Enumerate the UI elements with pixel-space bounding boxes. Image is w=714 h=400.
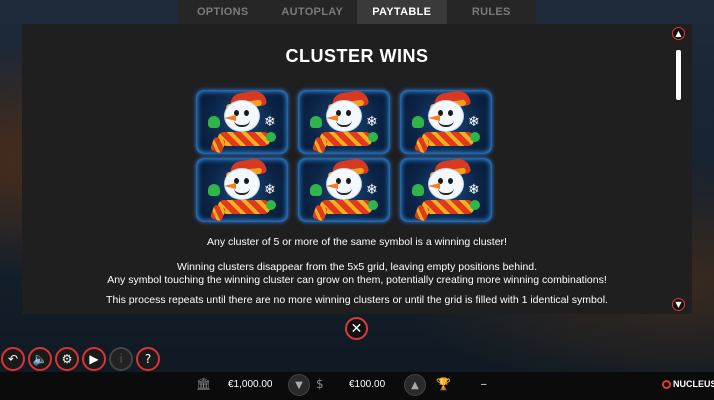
tab-options[interactable]: OPTIONS [178, 0, 268, 24]
bank-icon: 🏛 [196, 377, 212, 391]
rule-text-grow: Any symbol touching the winning cluster … [107, 274, 607, 286]
sound-button[interactable]: 🔈 [28, 347, 52, 371]
scroll-up-button[interactable]: ▲ [672, 27, 685, 40]
tab-bar: OPTIONS AUTOPLAY PAYTABLE RULES [178, 0, 536, 24]
scroll-down-button[interactable]: ▼ [672, 298, 685, 311]
play-icon: ▶ [89, 352, 99, 366]
win-value: – [481, 379, 487, 390]
chevron-down-icon: ▼ [295, 379, 303, 391]
back-arrow-icon: ↶ [7, 352, 19, 366]
panel-title: CLUSTER WINS [285, 46, 429, 66]
tab-autoplay[interactable]: AUTOPLAY [267, 0, 357, 24]
brand-logo-icon [662, 379, 671, 389]
brand-logo: NUCLEUS [662, 379, 714, 389]
chevron-up-icon: ▲ [675, 29, 682, 38]
snowman-symbol-icon: ❄ [298, 158, 390, 222]
snowman-symbol-icon: ❄ [400, 158, 492, 222]
brand-name: NUCLEUS [673, 379, 714, 389]
bet-value: €100.00 [349, 379, 386, 390]
back-button[interactable]: ↶ [1, 347, 25, 371]
symbol-grid: ❄ ❄ ❄ ❄ ❄ ❄ [196, 90, 492, 222]
question-icon: ? [144, 352, 152, 366]
info-icon: i [119, 352, 123, 366]
settings-button[interactable]: ⚙ [55, 347, 79, 371]
rule-text-disappear: Winning clusters disappear from the 5x5 … [176, 261, 538, 273]
snowman-symbol-icon: ❄ [196, 158, 288, 222]
rule-text-cluster: Any cluster of 5 or more of the same sym… [207, 236, 507, 248]
chevron-down-icon: ▼ [675, 300, 682, 309]
coins-icon: $ [316, 377, 324, 391]
tab-rules[interactable]: RULES [446, 0, 536, 24]
balance-value: €1,000.00 [228, 379, 273, 390]
snowman-symbol-icon: ❄ [400, 90, 492, 154]
snowman-symbol-icon: ❄ [196, 90, 288, 154]
paytable-panel: CLUSTER WINS ❄ ❄ ❄ ❄ ❄ ❄ Any cluster of … [22, 24, 692, 314]
speaker-icon: 🔈 [32, 352, 48, 366]
chevron-up-icon: ▲ [411, 379, 419, 391]
rule-text-repeat: This process repeats until there are no … [106, 294, 608, 306]
tab-paytable[interactable]: PAYTABLE [357, 0, 447, 24]
close-icon: ✕ [350, 320, 363, 337]
gear-icon: ⚙ [61, 352, 73, 366]
info-button[interactable]: i [109, 347, 133, 371]
help-button[interactable]: ? [136, 347, 160, 371]
bet-increase-button[interactable]: ▲ [404, 374, 426, 396]
bet-decrease-button[interactable]: ▼ [288, 374, 310, 396]
scrollbar-thumb[interactable] [676, 50, 681, 100]
close-button[interactable]: ✕ [345, 317, 368, 340]
play-button[interactable]: ▶ [82, 347, 106, 371]
trophy-icon: 🏆 [436, 377, 451, 391]
snowman-symbol-icon: ❄ [298, 90, 390, 154]
